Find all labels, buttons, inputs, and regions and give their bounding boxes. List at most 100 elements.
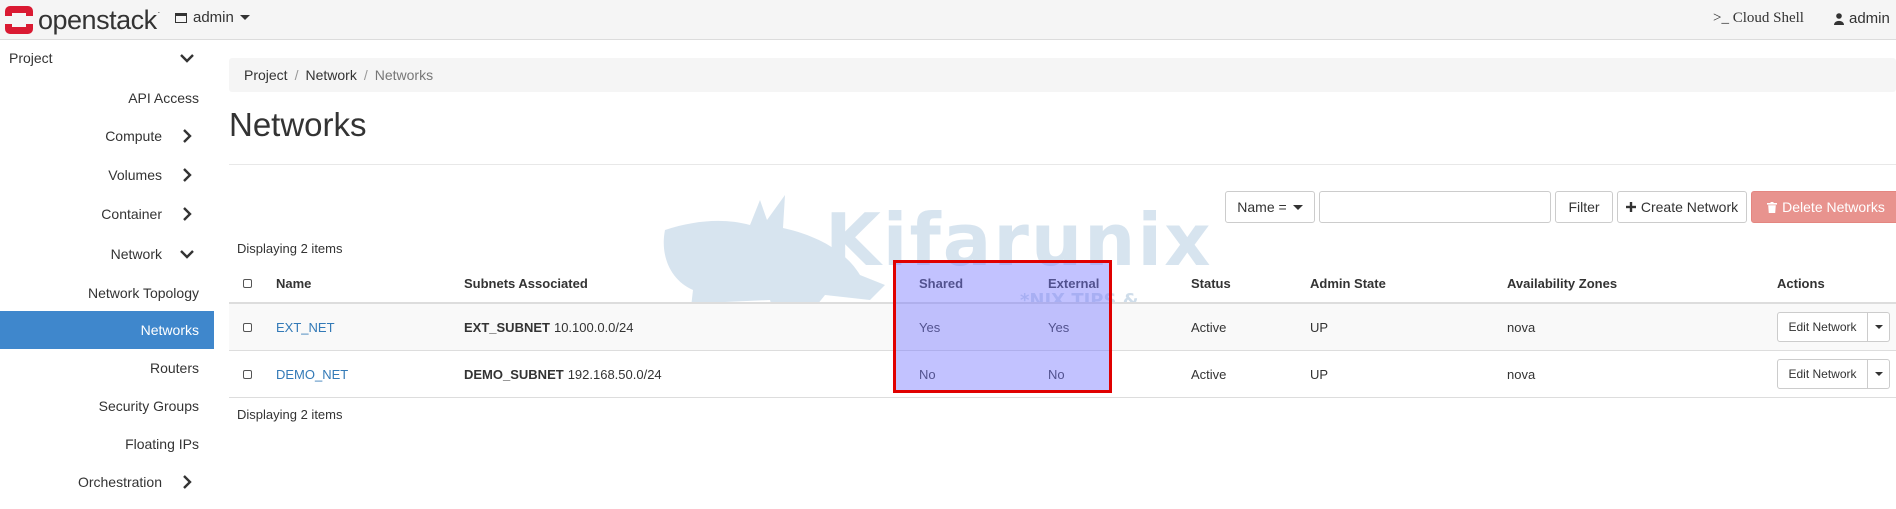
column-header-shared[interactable]: Shared xyxy=(919,264,963,302)
filter-button[interactable]: Filter xyxy=(1555,191,1613,223)
network-name-link[interactable]: DEMO_NET xyxy=(276,351,348,397)
subnets-cell: DEMO_SUBNET 192.168.50.0/24 xyxy=(464,351,662,397)
row-checkbox[interactable] xyxy=(243,351,252,397)
sidebar-item-label: Orchestration xyxy=(77,474,162,490)
breadcrumb-separator: / xyxy=(363,67,368,83)
chevron-right-icon xyxy=(176,475,198,489)
select-all-checkbox[interactable] xyxy=(243,264,252,302)
breadcrumb-networks: Networks xyxy=(374,67,434,83)
status-cell: Active xyxy=(1191,366,1227,382)
sidebar-item-label: Floating IPs xyxy=(125,436,199,452)
subnet-name: DEMO_SUBNET xyxy=(464,366,564,382)
breadcrumb: Project / Network / Networks xyxy=(229,58,1896,92)
sidebar-item-label: API Access xyxy=(128,90,199,106)
filter-input[interactable] xyxy=(1319,191,1551,223)
subnet-cidr: 192.168.50.0/24 xyxy=(567,366,662,382)
chevron-right-icon xyxy=(176,168,198,182)
external-cell: Yes xyxy=(1048,319,1070,335)
sidebar-item-label: Network Topology xyxy=(87,285,199,301)
sidebar-item-container[interactable]: Container xyxy=(0,196,214,232)
item-count-footer: Displaying 2 items xyxy=(237,407,343,422)
filter-field-label: Name = xyxy=(1237,199,1287,215)
sidebar-item-volumes[interactable]: Volumes xyxy=(0,157,214,193)
chevron-down-icon xyxy=(1874,372,1883,376)
row-checkbox[interactable] xyxy=(243,304,252,350)
external-cell: No xyxy=(1048,366,1065,382)
project-label: admin xyxy=(193,9,234,26)
sidebar-item-label: Security Groups xyxy=(98,398,199,414)
project-icon xyxy=(175,12,187,23)
table-row: EXT_NET EXT_SUBNET 10.100.0.0/24 Yes Yes… xyxy=(229,304,1896,351)
network-name-link[interactable]: EXT_NET xyxy=(276,304,335,350)
delete-networks-label: Delete Networks xyxy=(1782,199,1885,215)
actions-dropdown-toggle[interactable] xyxy=(1868,359,1890,389)
create-network-label: Create Network xyxy=(1640,199,1739,215)
sidebar-item-network[interactable]: Network xyxy=(0,236,214,272)
column-header-admin-state[interactable]: Admin State xyxy=(1310,264,1386,302)
chevron-down-icon xyxy=(1292,204,1303,210)
sidebar-item-compute[interactable]: Compute xyxy=(0,118,214,154)
chevron-down-icon xyxy=(176,249,198,259)
shared-cell: No xyxy=(919,366,936,382)
column-header-actions: Actions xyxy=(1777,275,1825,291)
project-dropdown[interactable]: admin xyxy=(175,9,250,26)
sidebar-item-orchestration[interactable]: Orchestration xyxy=(0,464,214,500)
breadcrumb-project[interactable]: Project xyxy=(244,67,288,83)
availability-zone-cell: nova xyxy=(1507,366,1536,382)
admin-state-cell: UP xyxy=(1310,366,1329,382)
breadcrumb-network[interactable]: Network xyxy=(305,67,356,83)
column-header-subnets[interactable]: Subnets Associated xyxy=(464,264,588,302)
sidebar-item-label: Project xyxy=(9,50,53,66)
create-network-button[interactable]: Create Network xyxy=(1617,191,1747,223)
column-header-external[interactable]: External xyxy=(1048,264,1099,302)
admin-state-cell: UP xyxy=(1310,319,1329,335)
sidebar-item-networks[interactable]: Networks xyxy=(0,311,214,349)
breadcrumb-separator: / xyxy=(294,67,299,83)
openstack-logo-icon xyxy=(5,6,33,34)
item-count: Displaying 2 items xyxy=(237,241,343,256)
sidebar-item-project[interactable]: Project xyxy=(0,40,214,76)
sidebar-item-label: Network xyxy=(110,246,162,262)
sidebar-item-label: Networks xyxy=(140,322,199,338)
edit-network-button[interactable]: Edit Network xyxy=(1777,359,1868,389)
sidebar-item-label: Volumes xyxy=(108,167,162,183)
chevron-down-icon xyxy=(239,15,250,20)
user-label: admin xyxy=(1849,10,1890,27)
page-title: Networks xyxy=(229,106,367,143)
sidebar-item-api-access[interactable]: API Access xyxy=(0,80,214,116)
column-header-status[interactable]: Status xyxy=(1191,264,1231,302)
brand[interactable]: openstack. xyxy=(4,5,160,35)
availability-zone-cell: nova xyxy=(1507,319,1536,335)
table-header: Name Subnets Associated Shared External … xyxy=(229,264,1896,304)
edit-network-button[interactable]: Edit Network xyxy=(1777,312,1868,342)
top-navbar: openstack. admin >_ Cloud Shell admin xyxy=(0,0,1896,40)
delete-networks-button[interactable]: Delete Networks xyxy=(1751,191,1896,223)
subnets-cell: EXT_SUBNET 10.100.0.0/24 xyxy=(464,304,634,350)
table-row: DEMO_NET DEMO_SUBNET 192.168.50.0/24 No … xyxy=(229,351,1896,398)
column-header-availability-zones[interactable]: Availability Zones xyxy=(1507,264,1617,302)
title-divider xyxy=(229,164,1896,165)
shared-cell: Yes xyxy=(919,319,941,335)
status-cell: Active xyxy=(1191,319,1227,335)
actions-dropdown-toggle[interactable] xyxy=(1868,312,1890,342)
sidebar: Project API Access Compute Volumes Conta… xyxy=(0,40,214,509)
sidebar-item-label: Container xyxy=(101,206,162,222)
sidebar-item-label: Routers xyxy=(149,360,199,376)
cloud-shell-link[interactable]: >_ Cloud Shell xyxy=(1713,10,1804,27)
user-dropdown[interactable]: admin xyxy=(1834,10,1896,27)
chevron-right-icon xyxy=(176,207,198,221)
sidebar-item-network-topology[interactable]: Network Topology xyxy=(0,275,214,311)
filter-field-select[interactable]: Name = xyxy=(1225,191,1315,223)
subnet-cidr: 10.100.0.0/24 xyxy=(553,319,634,335)
row-actions: Edit Network xyxy=(1777,359,1890,389)
chevron-down-icon xyxy=(176,53,198,63)
sidebar-item-routers[interactable]: Routers xyxy=(0,350,214,386)
column-header-name[interactable]: Name xyxy=(276,264,311,302)
plus-icon xyxy=(1625,202,1636,212)
user-icon xyxy=(1834,12,1844,25)
subnet-name: EXT_SUBNET xyxy=(464,319,550,335)
chevron-down-icon xyxy=(1874,325,1883,329)
row-actions: Edit Network xyxy=(1777,312,1890,342)
sidebar-item-floating-ips[interactable]: Floating IPs xyxy=(0,426,214,462)
sidebar-item-security-groups[interactable]: Security Groups xyxy=(0,388,214,424)
